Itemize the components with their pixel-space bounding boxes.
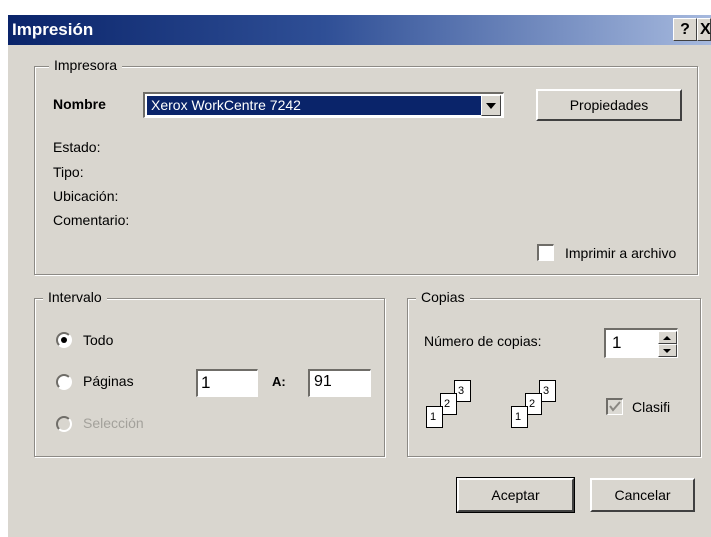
collate-illustration-2: 3 2 1 [511, 378, 581, 440]
properties-button[interactable]: Propiedades [536, 89, 682, 121]
pages-to-value: 91 [314, 373, 332, 390]
radio-pages[interactable] [56, 374, 72, 390]
printer-select-value: Xerox WorkCentre 7242 [147, 96, 483, 115]
print-dialog: Impresión ? X Impresora Nombre Xerox Wor… [8, 15, 711, 537]
cancel-button-label: Cancelar [614, 487, 671, 503]
ok-button[interactable]: Aceptar [456, 477, 575, 513]
copies-count-spinner[interactable]: 1 [604, 328, 678, 358]
print-to-file-label: Imprimir a archivo [565, 245, 677, 261]
title-bar[interactable]: Impresión ? X [8, 15, 711, 45]
help-button[interactable]: ? [673, 18, 697, 41]
pages-from-value: 1 [201, 373, 211, 392]
printer-select[interactable]: Xerox WorkCentre 7242 [143, 92, 504, 118]
arrow-down-icon [663, 349, 671, 353]
ok-button-label: Aceptar [491, 487, 540, 503]
radio-pages-label: Páginas [83, 373, 134, 389]
radio-all-label: Todo [83, 332, 114, 348]
status-label: Estado: [53, 139, 101, 155]
radio-selection-label: Selección [83, 415, 144, 431]
help-icon: ? [680, 21, 690, 38]
copies-group-label: Copias [416, 289, 470, 305]
properties-button-label: Propiedades [569, 97, 649, 113]
close-button[interactable]: X [697, 18, 711, 41]
printer-select-dropdown[interactable] [481, 95, 501, 116]
radio-selection[interactable] [56, 416, 72, 432]
chevron-down-icon [486, 103, 496, 109]
page-1-icon: 1 [511, 406, 528, 428]
range-group-label: Intervalo [43, 289, 107, 305]
printer-name-label: Nombre [53, 96, 106, 112]
collate-label: Clasifi [632, 399, 671, 415]
print-to-file-checkbox[interactable] [537, 244, 554, 261]
copies-count-label: Número de copias: [424, 333, 542, 349]
window-title: Impresión [12, 20, 94, 39]
pages-to-input[interactable]: 91 [308, 369, 371, 397]
page-1-icon: 1 [426, 406, 443, 428]
collate-checkbox[interactable] [606, 398, 623, 415]
location-label: Ubicación: [53, 188, 119, 204]
cancel-button[interactable]: Cancelar [590, 478, 695, 512]
radio-all-dot [61, 337, 67, 343]
comment-label: Comentario: [53, 212, 130, 228]
printer-group-label: Impresora [49, 57, 123, 73]
close-icon: X [700, 21, 711, 38]
copies-down-button[interactable] [658, 344, 677, 357]
pages-to-label: A: [272, 374, 286, 389]
checkmark-icon [609, 401, 621, 412]
copies-up-button[interactable] [658, 331, 677, 344]
radio-all[interactable] [56, 332, 72, 348]
collate-illustration-1: 3 2 1 [426, 378, 496, 440]
type-label: Tipo: [53, 164, 84, 180]
arrow-up-icon [663, 336, 671, 340]
pages-from-input[interactable]: 1 [196, 369, 258, 397]
copies-count-value: 1 [612, 333, 622, 352]
